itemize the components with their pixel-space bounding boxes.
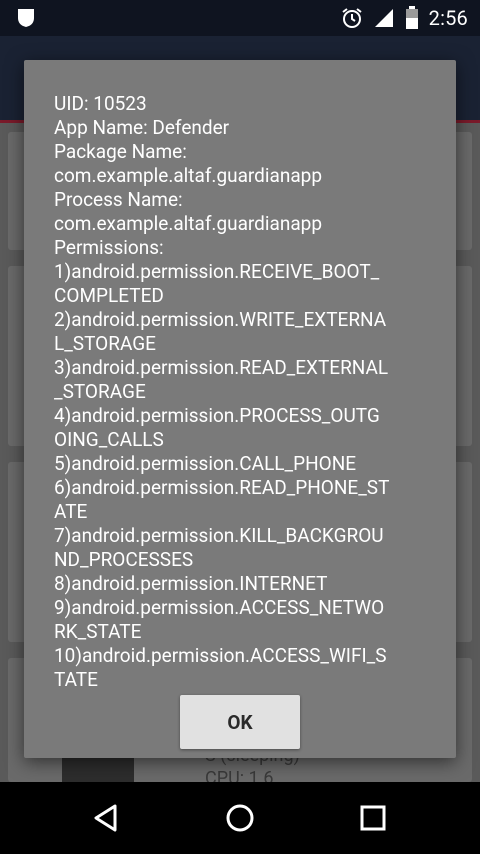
dialog-text-line: L_STORAGE: [54, 332, 156, 355]
home-icon[interactable]: [222, 800, 258, 836]
dialog-text-line: 1)android.permission.RECEIVE_BOOT_: [54, 260, 380, 283]
dialog-text-line: 8)android.permission.INTERNET: [54, 572, 328, 595]
recents-icon[interactable]: [355, 800, 391, 836]
dialog-text-line: ATE: [54, 500, 88, 523]
dialog-text-line: TATE: [54, 668, 98, 686]
dialog-text-line: OING_CALLS: [54, 428, 164, 451]
battery-icon: [405, 6, 418, 29]
dialog-text-line: 7)android.permission.KILL_BACKGROU: [54, 524, 384, 547]
navigation-bar: [0, 782, 480, 854]
dialog-text-line: Permissions:: [54, 236, 164, 259]
dialog-text-line: _STORAGE: [54, 380, 146, 403]
dialog-text-line: Package Name:: [54, 140, 187, 163]
dialog-text-line: UID: 10523: [54, 92, 147, 115]
dialog-text-line: 2)android.permission.WRITE_EXTERNA: [54, 308, 387, 331]
dialog-text-line: COMPLETED: [54, 284, 164, 307]
ok-button[interactable]: OK: [180, 695, 300, 749]
status-bar: 2:56: [0, 0, 480, 36]
signal-icon: [374, 9, 393, 27]
dialog-text-line: 4)android.permission.PROCESS_OUTG: [54, 404, 380, 427]
status-icons: 2:56: [341, 0, 468, 36]
dialog-text-line: 5)android.permission.CALL_PHONE: [54, 452, 357, 475]
dialog-text-line: 6)android.permission.READ_PHONE_ST: [54, 476, 390, 499]
app-info-dialog: UID: 10523 App Name: Defender Package Name…: [24, 60, 456, 758]
dialog-text-line: App Name: Defender: [54, 116, 230, 139]
alarm-icon: [342, 8, 362, 28]
dialog-text-line: 9)android.permission.ACCESS_NETWO: [54, 596, 385, 619]
dialog-text-line: com.example.altaf.guardianapp: [54, 212, 323, 235]
shield-icon: [18, 9, 34, 27]
dialog-message-scroll[interactable]: UID: 10523 App Name: Defender Package Name…: [54, 92, 434, 686]
dialog-text-line: RK_STATE: [54, 620, 142, 643]
dialog-text-line: ND_PROCESSES: [54, 548, 194, 571]
back-icon[interactable]: [88, 800, 124, 836]
status-time: 2:56: [428, 6, 468, 30]
dialog-text-line: com.example.altaf.guardianapp: [54, 164, 323, 187]
dialog-text-line: Process Name:: [54, 188, 183, 211]
dialog-text-line: 3)android.permission.READ_EXTERNAL: [54, 356, 389, 379]
dialog-text-line: 10)android.permission.ACCESS_WIFI_S: [54, 644, 387, 667]
